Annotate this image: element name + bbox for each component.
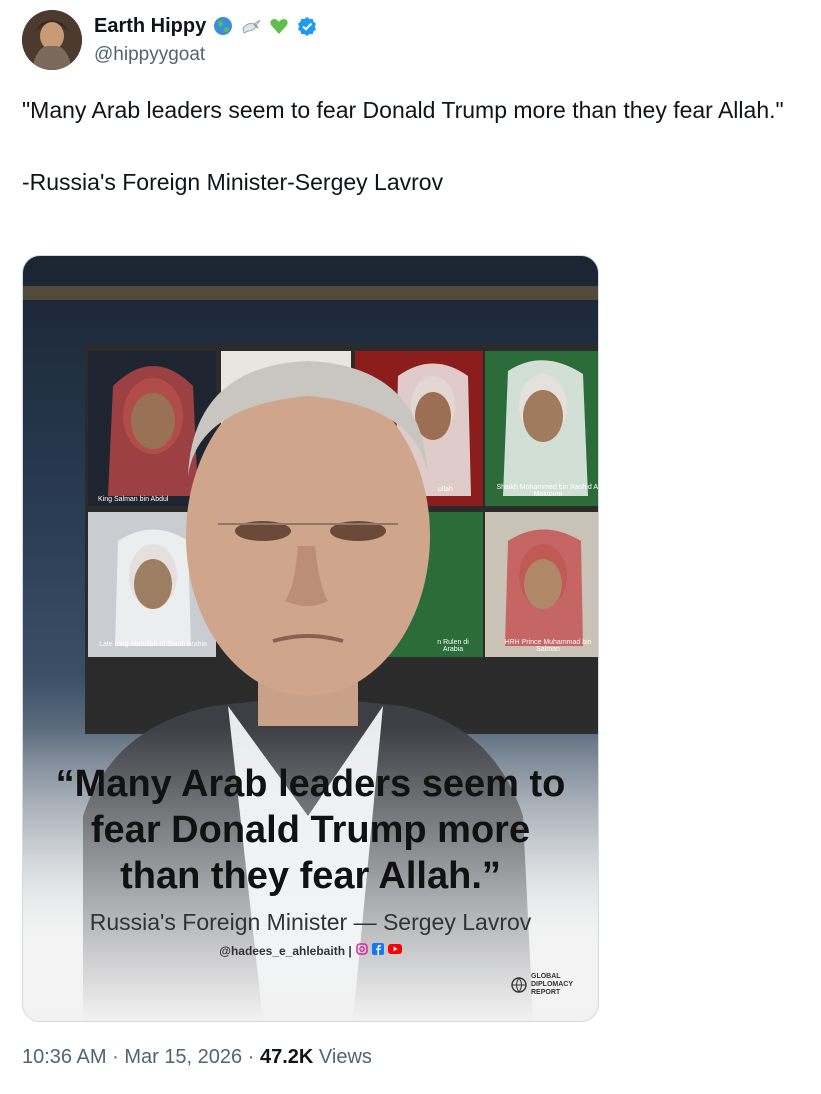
views-count: 47.2K [259,1046,314,1068]
avatar[interactable] [22,10,82,70]
tweet-text: "Many Arab leaders seem to fear Donald T… [22,92,812,200]
media-social-row: @hadees_e_ahlebaith | [23,943,598,958]
tweet-date[interactable]: Mar 15, 2026 [124,1046,242,1068]
globe-emoji-icon [212,15,234,37]
tweet-media-image[interactable]: King Salman bin Abdul ullah Shaikh Moham… [22,255,599,1022]
views-label: Views [318,1046,372,1068]
author-handle[interactable]: @hippyygoat [94,44,205,66]
globe-logo-icon [511,977,527,993]
author-display-name[interactable]: Earth Hippy [94,15,206,38]
tweet-attribution: -Russia's Foreign Minister-Sergey Lavrov [22,169,444,195]
author-name-row: Earth Hippy [94,12,318,40]
youtube-icon [387,943,402,958]
caption-late-king: Late King Abdullah of Saudi Arabia [99,641,207,648]
tweet-meta: 10:36 AM · Mar 15, 2026 · 47.2K Views [22,1046,372,1069]
avatar-image [22,10,82,70]
media-social-handle: @hadees_e_ahlebaith | [219,943,352,958]
caption-mbs: HRH Prince Muhammad bin Salman [504,639,592,653]
media-attribution: Russia's Foreign Minister — Sergey Lavro… [89,909,532,935]
facebook-icon [371,943,384,958]
caption-ruler: n Rulen di Arabia [437,639,469,653]
meta-separator: · [112,1046,119,1068]
caption-abdullah: ullah [438,486,453,493]
instagram-icon [355,943,368,958]
verified-badge-icon[interactable] [296,15,318,37]
tweet-quote: "Many Arab leaders seem to fear Donald T… [22,97,784,123]
green-heart-emoji-icon [268,15,290,37]
media-logo: GLOBAL DIPLOMACY REPORT [511,973,583,997]
dove-emoji-icon [240,15,262,37]
tweet-time[interactable]: 10:36 AM [22,1046,107,1068]
media-logo-text: GLOBAL DIPLOMACY REPORT [531,973,573,996]
caption-maktoum: Shaikh Mohammed bin Rashid Al Maktoum [496,484,599,498]
caption-king-salman: King Salman bin Abdul [98,496,169,503]
meta-separator-2: · [247,1046,255,1068]
media-headline: “Many Arab leaders seem to fear Donald T… [55,763,566,897]
